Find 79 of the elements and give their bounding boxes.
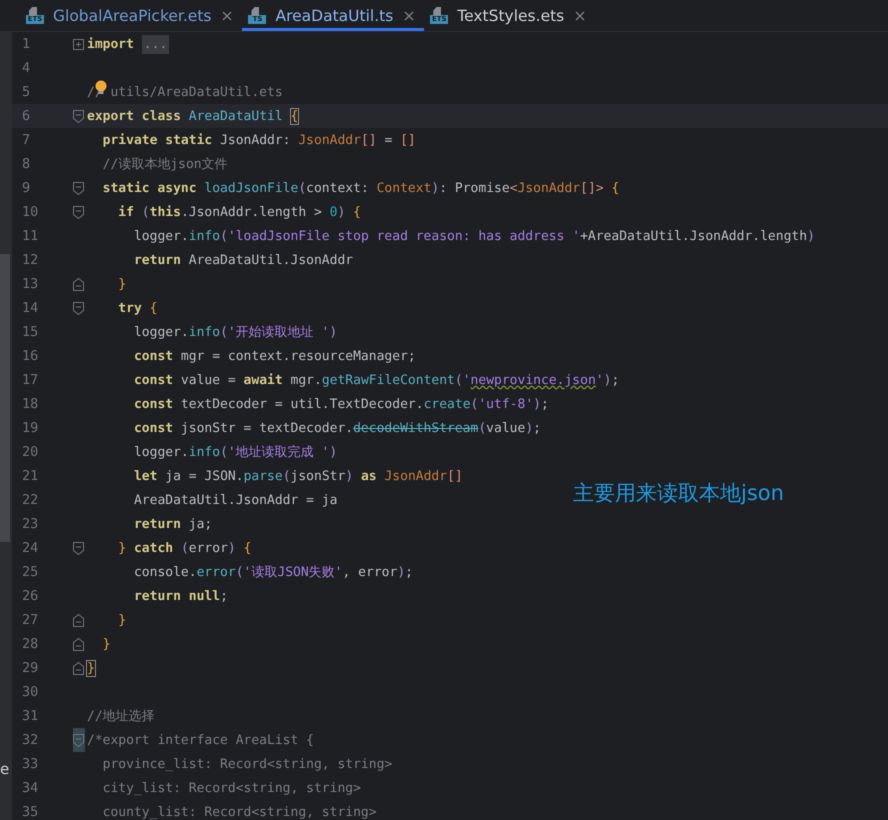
collapse-icon[interactable] xyxy=(73,638,84,650)
line-number: 35 xyxy=(21,804,40,820)
code-line: static async loadJsonFile(context: Context): Promise<JsonAddr[]> { xyxy=(102,180,620,196)
line-number: 25 xyxy=(21,564,40,580)
code-line: AreaDataUtil.JsonAddr = ja xyxy=(132,492,338,508)
line-number: 33 xyxy=(21,756,40,772)
code-line: if (this.JsonAddr.length > 0) { xyxy=(117,204,361,220)
line-number: 11 xyxy=(21,228,40,244)
code-line: const value = await mgr.getRawFileContent('newprovince.json'); xyxy=(132,372,620,388)
line-number: 23 xyxy=(21,516,40,532)
line-number: 14 xyxy=(21,300,40,316)
line-number: 34 xyxy=(21,780,40,796)
collapse-icon[interactable] xyxy=(73,614,84,626)
line-number: 21 xyxy=(21,468,40,484)
line-number: 27 xyxy=(21,612,40,628)
line-number: 16 xyxy=(21,348,40,364)
line-number: 28 xyxy=(21,636,40,652)
code-line: province_list: Record<string, string> xyxy=(102,756,392,772)
code-line: } catch (error) { xyxy=(117,540,252,556)
code-line: return ja; xyxy=(132,516,212,532)
code-line: return AreaDataUtil.JsonAddr xyxy=(132,252,354,268)
line-number: 15 xyxy=(21,324,40,340)
code-line: export class AreaDataUtil { xyxy=(87,108,298,124)
code-line: county_list: Record<string, string> xyxy=(102,804,377,820)
line-number: 26 xyxy=(21,588,40,604)
annotation-text: 主要用来读取本地json xyxy=(573,480,784,507)
line-number: 19 xyxy=(21,420,40,436)
collapse-icon[interactable] xyxy=(73,182,84,194)
line-number: 18 xyxy=(21,396,40,412)
code-line: /*export interface AreaList { xyxy=(87,732,314,748)
collapse-icon[interactable] xyxy=(73,542,84,554)
line-number: 17 xyxy=(21,372,40,388)
line-number: 12 xyxy=(21,252,40,268)
line-number: 10 xyxy=(21,204,40,220)
code-line: } xyxy=(117,276,126,292)
line-number: 29 xyxy=(21,660,40,676)
code-line: } xyxy=(117,612,126,628)
code-line: } xyxy=(87,660,95,676)
collapse-icon[interactable] xyxy=(73,302,84,314)
collapse-icon[interactable] xyxy=(73,662,84,674)
line-number: 24 xyxy=(21,540,40,556)
code-line: try { xyxy=(117,300,158,316)
code-line: } xyxy=(102,636,110,652)
code-line: import ... xyxy=(87,36,170,52)
collapse-icon[interactable] xyxy=(73,734,84,746)
line-number: 30 xyxy=(21,684,40,700)
code-line: logger.info('loadJsonFile stop read reason: has address '+AreaDataUtil.JsonAddr.length) xyxy=(132,228,815,244)
close-icon[interactable] xyxy=(575,10,586,20)
line-number: 5 xyxy=(21,84,32,100)
scrollbar[interactable] xyxy=(0,254,10,542)
line-number: 6 xyxy=(21,108,32,124)
code-line: logger.info('地址读取完成 ') xyxy=(132,444,338,461)
close-icon[interactable] xyxy=(222,10,232,20)
line-number: 9 xyxy=(21,180,32,196)
code-line: logger.info('开始读取地址 ') xyxy=(132,324,338,341)
collapse-icon[interactable] xyxy=(73,278,84,290)
line-number: 7 xyxy=(21,132,32,148)
code-line: //读取本地json文件 xyxy=(102,156,228,173)
line-number: 31 xyxy=(21,708,40,724)
line-number: 8 xyxy=(21,156,32,172)
panel-text-fragment: e xyxy=(0,760,10,778)
line-number: 22 xyxy=(21,492,40,508)
code-line: console.error('读取JSON失败', error); xyxy=(132,564,413,581)
collapse-icon[interactable] xyxy=(73,110,84,122)
line-number: 32 xyxy=(21,732,40,748)
collapse-icon[interactable] xyxy=(73,206,84,218)
close-icon[interactable] xyxy=(404,10,414,20)
code-line: const textDecoder = util.TextDecoder.create('utf-8'); xyxy=(132,396,549,412)
code-line: //地址选择 xyxy=(87,708,155,725)
code-line: const jsonStr = textDecoder.decodeWithStream(value); xyxy=(132,420,541,436)
code-line: private static JsonAddr: JsonAddr[] = [] xyxy=(102,132,416,148)
code-line: let ja = JSON.parse(jsonStr) as JsonAddr[] xyxy=(132,468,463,484)
code-line: const mgr = context.resourceManager; xyxy=(132,348,416,364)
code-line: city_list: Record<string, string> xyxy=(102,780,361,796)
line-number: 1 xyxy=(21,36,32,52)
line-number: 20 xyxy=(21,444,40,460)
line-number: 13 xyxy=(21,276,40,292)
code-line: return null; xyxy=(132,588,228,604)
line-number: 4 xyxy=(21,60,32,76)
